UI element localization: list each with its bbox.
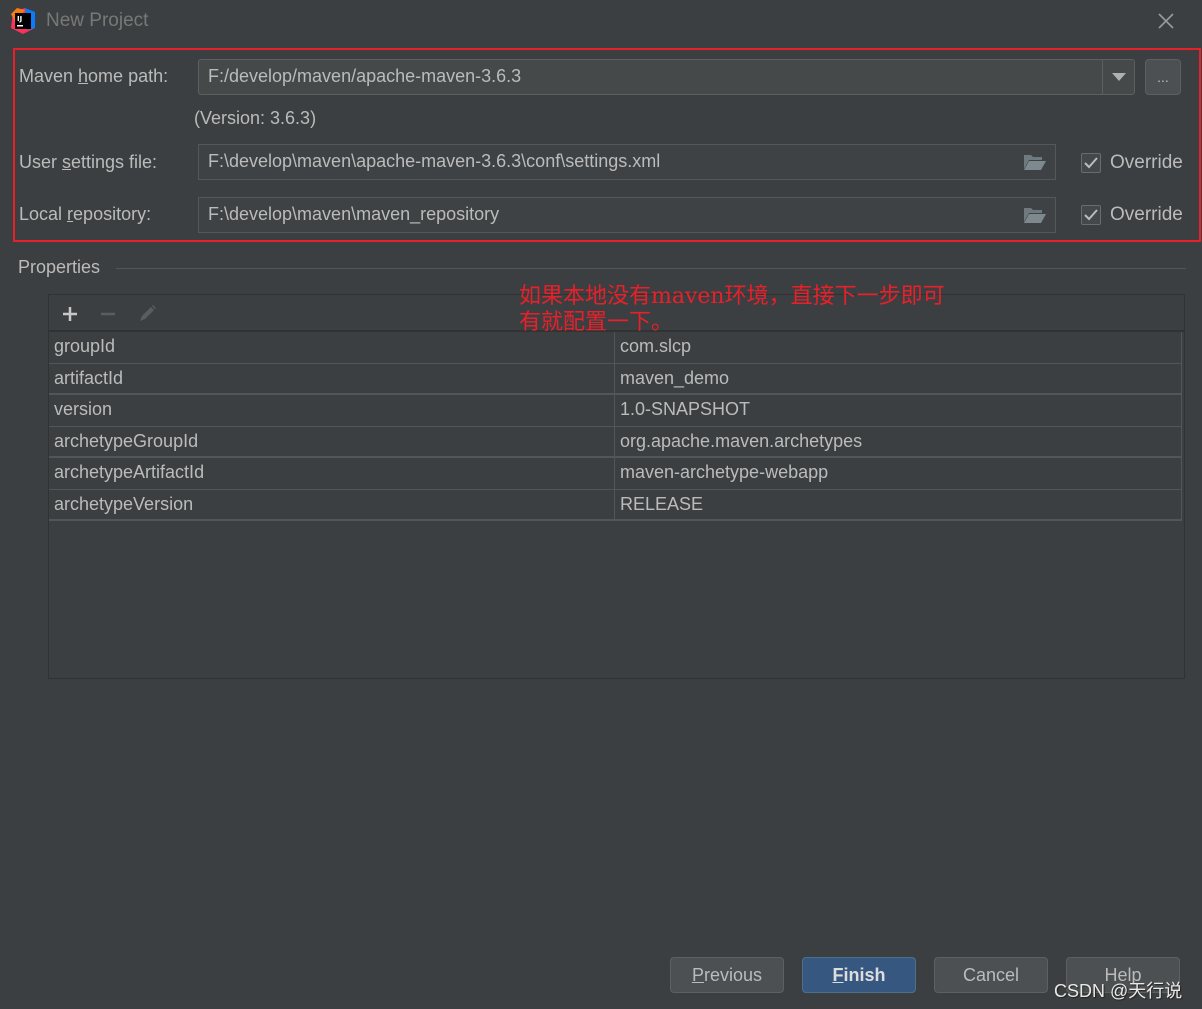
properties-separator bbox=[116, 268, 1186, 269]
title-bar: IJ New Project bbox=[0, 0, 1202, 44]
property-value[interactable]: RELEASE bbox=[615, 489, 1182, 519]
edit-icon[interactable] bbox=[136, 303, 158, 325]
table-row[interactable]: groupId com.slcp bbox=[49, 332, 1182, 364]
browse-maven-home-button[interactable]: ... bbox=[1145, 59, 1181, 95]
checkmark-icon bbox=[1084, 157, 1098, 169]
table-row[interactable]: archetypeVersion RELEASE bbox=[49, 489, 1182, 521]
folder-icon[interactable] bbox=[1023, 206, 1047, 224]
annotation-text: 如果本地没有maven环境，直接下一步即可 有就配置一下。 bbox=[519, 284, 945, 336]
settings-override-checkbox[interactable] bbox=[1081, 153, 1101, 173]
svg-text:IJ: IJ bbox=[17, 15, 22, 23]
user-settings-file-value: F:\develop\maven\apache-maven-3.6.3\conf… bbox=[208, 151, 661, 171]
finish-button[interactable]: Finish bbox=[802, 957, 916, 993]
chevron-down-icon bbox=[1111, 73, 1126, 81]
add-icon[interactable] bbox=[59, 303, 81, 325]
maven-home-path-value: F:/develop/maven/apache-maven-3.6.3 bbox=[208, 66, 522, 86]
table-row[interactable]: archetypeArtifactId maven-archetype-weba… bbox=[49, 458, 1182, 490]
intellij-idea-icon: IJ bbox=[11, 8, 35, 34]
user-settings-file-label: User settings file: bbox=[19, 152, 158, 172]
maven-version-text: (Version: 3.6.3) bbox=[194, 108, 317, 128]
local-repository-label: Local repository: bbox=[19, 204, 152, 224]
properties-table: groupId com.slcp artifactId maven_demo v… bbox=[48, 294, 1185, 679]
remove-icon[interactable] bbox=[97, 303, 119, 325]
property-value[interactable]: org.apache.maven.archetypes bbox=[615, 426, 1182, 456]
property-key: archetypeVersion bbox=[49, 489, 615, 519]
maven-home-path-combo[interactable]: F:/develop/maven/apache-maven-3.6.3 bbox=[198, 59, 1135, 95]
maven-home-path-label: Maven home path: bbox=[19, 66, 169, 86]
window-title: New Project bbox=[46, 10, 149, 31]
annotation-line-1: 如果本地没有maven环境，直接下一步即可 bbox=[519, 284, 945, 309]
property-value[interactable]: maven_demo bbox=[615, 363, 1182, 393]
property-value[interactable]: maven-archetype-webapp bbox=[615, 458, 1182, 489]
local-repository-value: F:\develop\maven\maven_repository bbox=[208, 204, 500, 224]
checkmark-icon bbox=[1084, 209, 1098, 221]
table-row[interactable]: archetypeGroupId org.apache.maven.archet… bbox=[49, 426, 1182, 458]
user-settings-file-input[interactable]: F:\develop\maven\apache-maven-3.6.3\conf… bbox=[198, 144, 1056, 180]
property-value[interactable]: 1.0-SNAPSHOT bbox=[615, 395, 1182, 426]
dropdown-button[interactable] bbox=[1102, 60, 1134, 94]
local-repository-input[interactable]: F:\develop\maven\maven_repository bbox=[198, 197, 1056, 233]
cancel-button[interactable]: Cancel bbox=[934, 957, 1048, 993]
property-value[interactable]: com.slcp bbox=[615, 332, 1182, 363]
watermark: CSDN @天行说 bbox=[1054, 981, 1183, 1001]
properties-rows: groupId com.slcp artifactId maven_demo v… bbox=[49, 332, 1182, 521]
annotation-line-2: 有就配置一下。 bbox=[519, 310, 674, 335]
property-key: version bbox=[49, 395, 615, 426]
previous-button[interactable]: Previous bbox=[670, 957, 784, 993]
close-icon[interactable] bbox=[1155, 10, 1177, 32]
folder-icon[interactable] bbox=[1023, 153, 1047, 171]
property-key: groupId bbox=[49, 332, 615, 363]
settings-override-label: Override bbox=[1110, 152, 1183, 173]
repo-override-checkbox[interactable] bbox=[1081, 205, 1101, 225]
property-key: archetypeArtifactId bbox=[49, 458, 615, 489]
table-row[interactable]: version 1.0-SNAPSHOT bbox=[49, 395, 1182, 427]
properties-title: Properties bbox=[18, 257, 101, 277]
repo-override-label: Override bbox=[1110, 204, 1183, 225]
table-row[interactable]: artifactId maven_demo bbox=[49, 363, 1182, 395]
property-key: artifactId bbox=[49, 363, 615, 393]
property-key: archetypeGroupId bbox=[49, 426, 615, 456]
